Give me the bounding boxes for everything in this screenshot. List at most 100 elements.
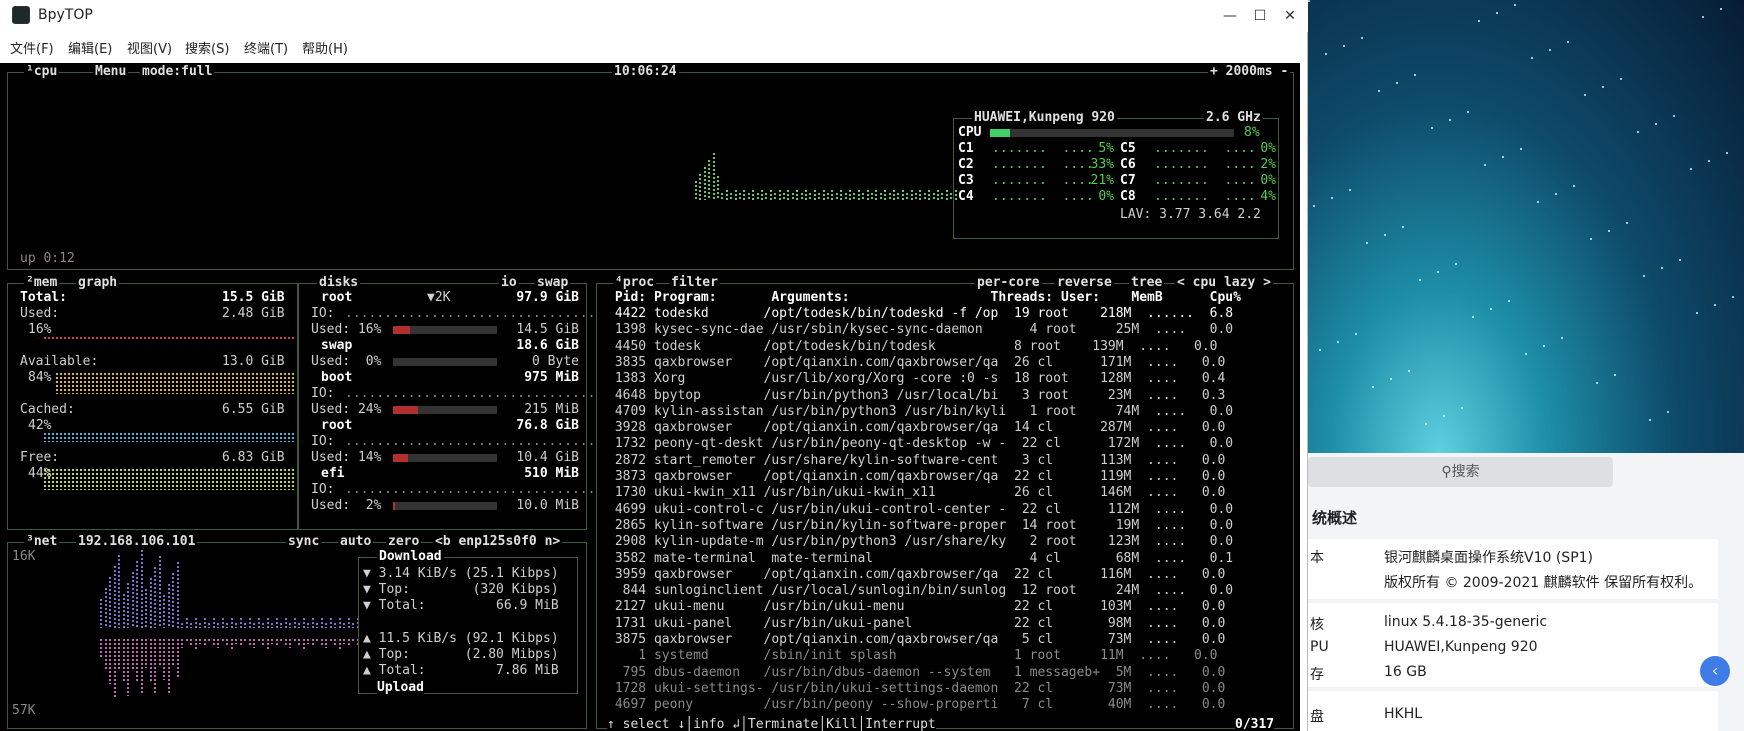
- net-download-column: [289, 622, 291, 628]
- cpu-graph-column: [888, 192, 891, 200]
- process-row[interactable]: 4450 todesk /opt/todesk/bin/todesk 8 roo…: [607, 339, 1218, 355]
- star: [1667, 411, 1669, 413]
- proc-tree[interactable]: tree: [1129, 275, 1165, 290]
- process-row[interactable]: 4709 kylin-assistan /usr/bin/python3 /us…: [607, 404, 1233, 420]
- bpytop-terminal[interactable]: ¹cpu Menu mode:full 10:06:24 + 2000ms - …: [0, 63, 1300, 731]
- disks-swap-toggle[interactable]: swap: [535, 275, 571, 290]
- star: [1626, 222, 1628, 224]
- net-upload-column: [347, 638, 350, 647]
- star: [1496, 12, 1498, 14]
- process-row[interactable]: 2908 kylin-update-m /usr/bin/python3 /us…: [607, 534, 1233, 550]
- cpu-graph-column: [695, 180, 697, 200]
- search-placeholder: 搜索: [1451, 464, 1480, 480]
- star: [1708, 160, 1710, 162]
- cpu-graph-column: [835, 192, 838, 200]
- proc-filter[interactable]: filter: [669, 275, 720, 290]
- process-row[interactable]: 1398 kysec-sync-dae /usr/sbin/kysec-sync…: [607, 322, 1233, 338]
- update-interval[interactable]: + 2000ms -: [1208, 64, 1291, 79]
- cpu-tab[interactable]: ¹cpu: [24, 64, 60, 79]
- cpu-graph-column: [893, 189, 895, 200]
- collapse-arrow-icon[interactable]: ‹: [1700, 656, 1730, 686]
- disk-io-label: IO:: [311, 434, 335, 449]
- menu-edit[interactable]: 编辑(E): [68, 38, 112, 57]
- menu-search[interactable]: 搜索(S): [185, 38, 229, 57]
- net-download-column: [185, 617, 188, 628]
- net-download-column: [194, 617, 197, 628]
- net-download-column: [131, 571, 134, 628]
- menu-view[interactable]: 视图(V): [127, 38, 172, 57]
- core-pct: 33%: [1090, 157, 1114, 172]
- star: [1661, 267, 1663, 269]
- net-auto[interactable]: auto: [338, 534, 374, 549]
- process-row[interactable]: 4422 todeskd /opt/todesk/bin/todeskd -f …: [607, 306, 1233, 322]
- search-box[interactable]: ⚲搜索: [1308, 457, 1613, 487]
- process-row[interactable]: 3582 mate-terminal mate-terminal 4 cl 68…: [607, 551, 1233, 567]
- process-row[interactable]: 3959 qaxbrowser /opt/qianxin.com/qaxbrow…: [607, 567, 1226, 583]
- maximize-button[interactable]: ☐: [1248, 4, 1272, 28]
- process-row[interactable]: 1383 Xorg /usr/lib/xorg/Xorg -core :0 -s…: [607, 371, 1226, 387]
- proc-count: 0/317: [1235, 717, 1275, 731]
- net-download-title: Download: [377, 549, 444, 564]
- cpu-graph-column: [809, 192, 812, 200]
- net-download-column: [118, 554, 120, 628]
- net-interface[interactable]: <b enp125s0f0 n>: [433, 534, 563, 549]
- net-scale-top: 16K: [12, 549, 36, 564]
- process-row[interactable]: 4648 bpytop /usr/bin/python3 /usr/local/…: [607, 388, 1226, 404]
- net-zero[interactable]: zero: [386, 534, 422, 549]
- net-sync[interactable]: sync: [286, 534, 322, 549]
- process-row[interactable]: 3873 qaxbrowser /opt/qianxin.com/qaxbrow…: [607, 469, 1226, 485]
- process-row[interactable]: 1731 ukui-panel /usr/bin/ukui-panel 22 c…: [607, 616, 1226, 632]
- net-download-column: [271, 622, 273, 628]
- proc-reverse[interactable]: reverse: [1055, 275, 1114, 290]
- process-row[interactable]: 4699 ukui-control-c /usr/bin/ukui-contro…: [607, 502, 1233, 518]
- net-download-column: [329, 617, 332, 628]
- minimize-button[interactable]: —: [1218, 4, 1242, 28]
- process-row[interactable]: 1730 ukui-kwin_x11 /usr/bin/ukui-kwin_x1…: [607, 485, 1226, 501]
- proc-tab[interactable]: ⁴proc: [613, 275, 657, 290]
- star: [1584, 94, 1586, 96]
- process-row[interactable]: 1 systemd /sbin/init splash 1 root 11M .…: [607, 648, 1217, 664]
- cpu-graph-column: [813, 189, 816, 200]
- process-row[interactable]: 2865 kylin-software /usr/bin/kylin-softw…: [607, 518, 1233, 534]
- net-download-column: [280, 622, 282, 628]
- net-upload-column: [127, 638, 129, 696]
- net-stats-box: Download ▼ 3.14 KiB/s (25.1 Kibps) ▼ Top…: [358, 549, 578, 696]
- process-row[interactable]: 1732 peony-qt-deskt /usr/bin/peony-qt-de…: [607, 436, 1233, 452]
- mem-graph-toggle[interactable]: graph: [76, 275, 120, 290]
- menu-terminal[interactable]: 终端(T): [244, 38, 288, 57]
- net-upload-column: [316, 638, 318, 642]
- proc-sort[interactable]: < cpu lazy >: [1175, 275, 1273, 290]
- close-button[interactable]: ✕: [1278, 4, 1302, 28]
- core-label: C3: [958, 173, 974, 188]
- disk-used-value: 0 Byte: [532, 354, 579, 369]
- core-pct: 0%: [1098, 189, 1114, 204]
- disk-size: 18.6 GiB: [516, 338, 579, 353]
- process-row[interactable]: 2127 ukui-menu /usr/bin/ukui-menu 22 cl …: [607, 599, 1226, 615]
- cpu-graph-column: [805, 189, 807, 200]
- mem-tab[interactable]: ²mem: [24, 275, 60, 290]
- star: [1643, 275, 1645, 277]
- menu-file[interactable]: 文件(F): [10, 38, 54, 57]
- process-row[interactable]: 844 sunloginclient /usr/local/sunlogin/b…: [607, 583, 1234, 599]
- process-row[interactable]: 2872 start_remoter /usr/share/kylin-soft…: [607, 453, 1226, 469]
- cpu-graph-column: [778, 189, 781, 200]
- process-row[interactable]: 1728 ukui-settings- /usr/bin/ukui-settin…: [607, 681, 1226, 697]
- cpu-mode[interactable]: mode:full: [140, 64, 215, 79]
- net-download-column: [172, 572, 174, 628]
- cpu-graph-column: [730, 192, 733, 200]
- process-row[interactable]: 3928 qaxbrowser /opt/qianxin.com/qaxbrow…: [607, 420, 1226, 436]
- process-row[interactable]: 3875 qaxbrowser /opt/qianxin.com/qaxbrow…: [607, 632, 1226, 648]
- net-tab[interactable]: ³net: [24, 534, 60, 549]
- process-row[interactable]: 3835 qaxbrowser /opt/qianxin.com/qaxbrow…: [607, 355, 1226, 371]
- proc-header: Pid: Program: Arguments: Threads: User: …: [607, 290, 1241, 305]
- proc-footer[interactable]: ↑ select ↓│info ↲│Terminate│Kill│Interru…: [607, 717, 936, 731]
- cpu-menu[interactable]: Menu: [93, 64, 129, 79]
- menu-help[interactable]: 帮助(H): [302, 38, 348, 57]
- process-row[interactable]: 4697 peony /usr/bin/peony --show-propert…: [607, 697, 1226, 713]
- disks-io-toggle[interactable]: io: [499, 275, 519, 290]
- star: [1596, 382, 1598, 384]
- proc-per-core[interactable]: per-core: [975, 275, 1042, 290]
- net-upload-column: [194, 638, 197, 649]
- process-row[interactable]: 795 dbus-daemon /usr/bin/dbus-daemon --s…: [607, 665, 1226, 681]
- disks-tab[interactable]: disks: [317, 275, 361, 290]
